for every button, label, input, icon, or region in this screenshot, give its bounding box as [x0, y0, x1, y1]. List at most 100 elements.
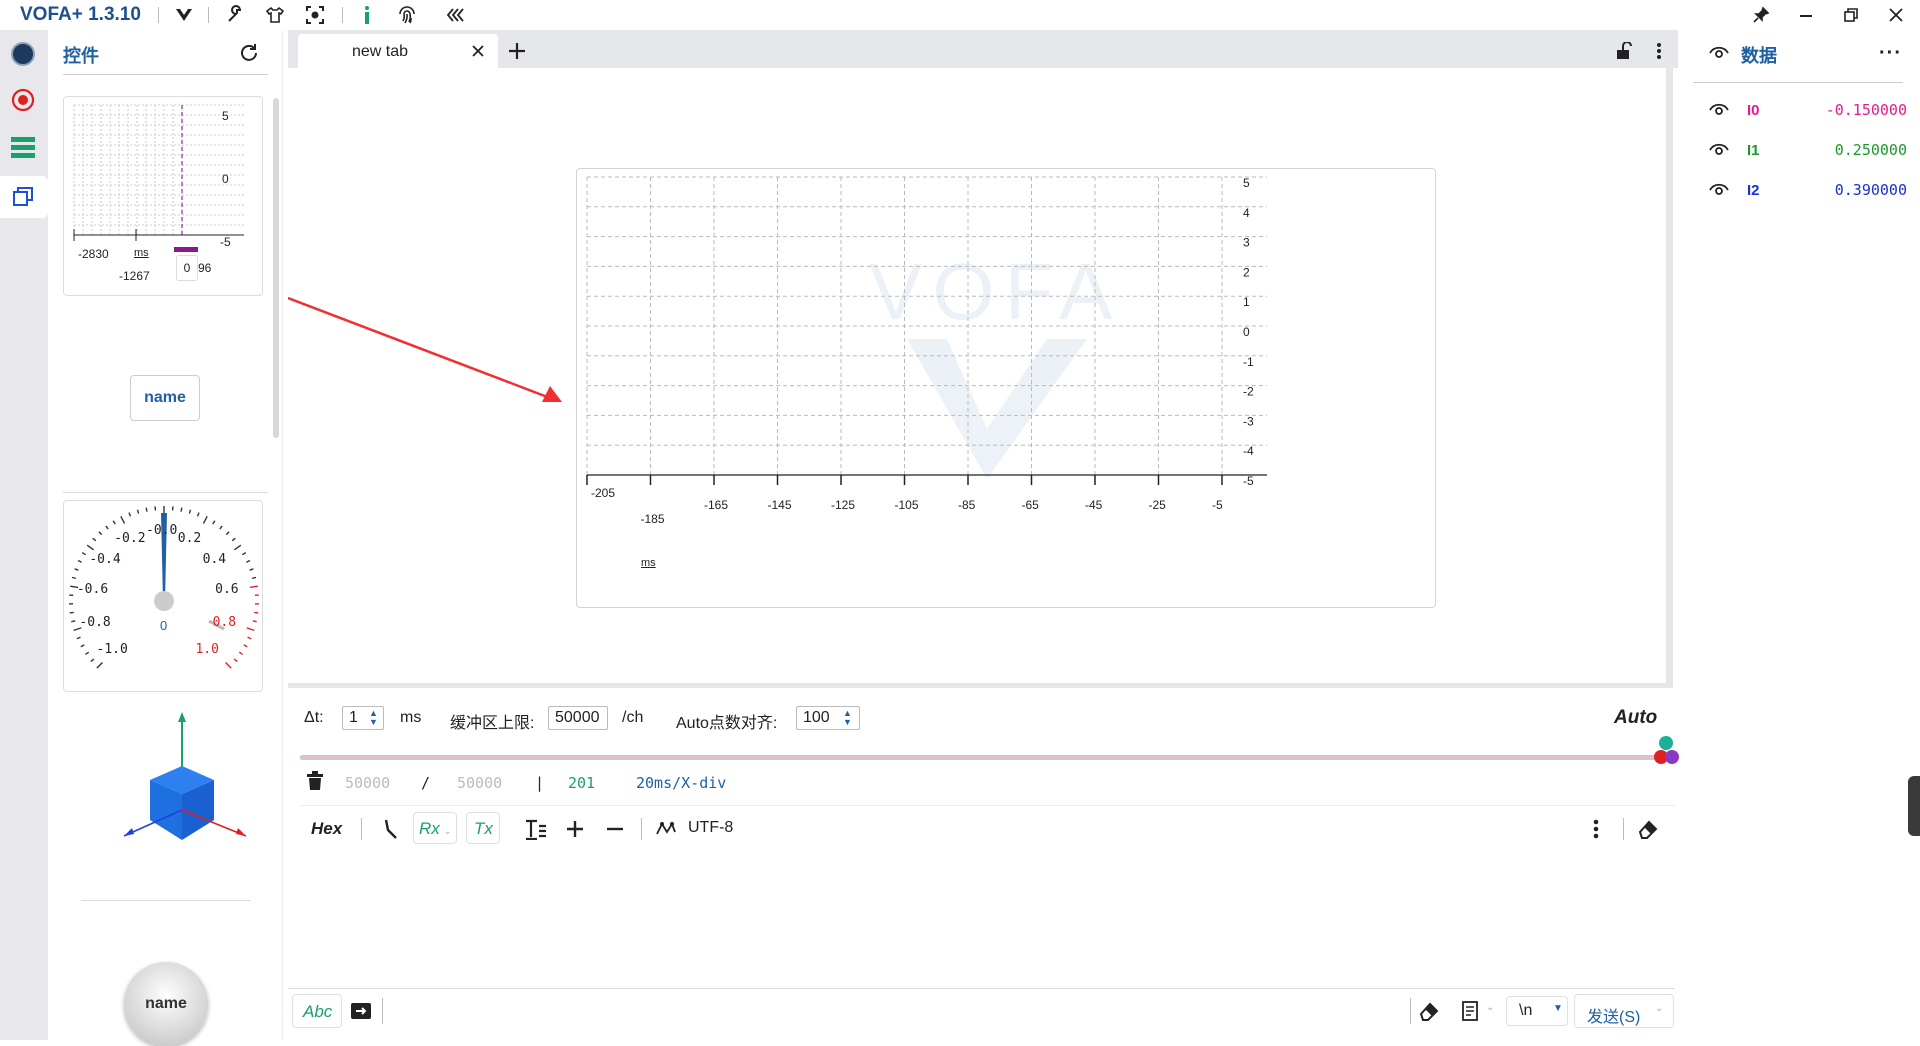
gauge-label: -0.8 [79, 615, 110, 630]
chart-plot: VOFA 543210-1-2-3-4-5 -205-185-165-145-1… [577, 169, 1437, 609]
scrollbar[interactable] [273, 98, 279, 438]
name-button[interactable]: name [130, 375, 200, 421]
vofa-logo-icon[interactable] [173, 4, 195, 26]
dt-input[interactable]: 1 ▲▼ [342, 706, 384, 730]
channel-row[interactable]: I0 -0.150000 [1693, 90, 1920, 130]
gauge-tick [226, 663, 232, 669]
eye-icon[interactable] [1709, 46, 1729, 65]
divider [361, 818, 362, 840]
auto-button[interactable]: Auto [1614, 707, 1657, 729]
y-tick-label: 1 [1243, 295, 1250, 309]
pin-icon[interactable] [1750, 4, 1772, 26]
gauge-tick [146, 508, 147, 512]
unlock-icon[interactable] [1615, 42, 1633, 65]
auto-align-input[interactable]: 100 ▲▼ [796, 706, 860, 730]
slider-handle-purple[interactable] [1665, 750, 1679, 764]
time-slider-track[interactable] [300, 755, 1668, 760]
record-icon[interactable] [11, 88, 35, 117]
dt-spinner[interactable]: ▲▼ [369, 709, 378, 727]
knob-button[interactable]: name [124, 962, 208, 1046]
gauge-label: -0.0 [146, 523, 177, 538]
encoding-label[interactable]: UTF-8 [688, 819, 733, 837]
x-tick-label: -165 [704, 498, 728, 512]
slider-handle-green[interactable] [1659, 736, 1673, 750]
gauge-tick [250, 586, 258, 587]
zoom-in-icon[interactable] [566, 820, 584, 843]
cube-3d-widget[interactable] [78, 710, 258, 860]
channel-value: -0.150000 [1807, 101, 1907, 119]
eye-icon[interactable] [1709, 143, 1729, 157]
zoom-out-icon[interactable] [606, 820, 624, 843]
gauge-tick [129, 513, 130, 517]
eye-icon[interactable] [1709, 103, 1729, 117]
chart-widget[interactable]: VOFA 543210-1-2-3-4-5 -205-185-165-145-1… [576, 168, 1436, 608]
gauge-tick [234, 545, 240, 550]
send-label: 发送(S) [1587, 1009, 1640, 1026]
mini-x-tick: -2830 [78, 247, 109, 261]
divider [208, 7, 209, 23]
send-button[interactable]: 发送(S) ⌄ [1574, 994, 1674, 1028]
timestamp-icon[interactable] [382, 818, 400, 845]
x-tick-label: -85 [958, 498, 976, 512]
x-tick-label: -125 [831, 498, 855, 512]
history-icon[interactable] [1460, 1000, 1482, 1027]
minimize-icon[interactable] [1795, 4, 1817, 26]
clear-send-icon[interactable] [1418, 1000, 1440, 1027]
gauge-tick [181, 508, 182, 512]
tab-new[interactable]: new tab [298, 34, 498, 68]
fingerprint-icon[interactable] [396, 4, 418, 26]
clear-rx-icon[interactable] [1637, 818, 1659, 845]
gauge-tick [232, 538, 235, 541]
close-tab-icon[interactable] [472, 44, 484, 62]
gauge-tick [242, 553, 245, 555]
connection-icon[interactable] [11, 42, 35, 66]
side-handle[interactable] [1908, 776, 1920, 836]
send-file-icon[interactable] [350, 1000, 372, 1025]
newline-dropdown-icon: ▼ [1553, 1003, 1563, 1014]
mini-chart-widget[interactable]: 5 0 -5 -2830 ms -1267 0 96 [63, 96, 263, 296]
widgets-icon [12, 184, 36, 213]
encoding-icon[interactable] [656, 820, 676, 843]
rx-more-icon[interactable] [1593, 818, 1599, 845]
channel-row[interactable]: I2 0.390000 [1693, 170, 1920, 210]
hex-toggle[interactable]: Hex [311, 819, 342, 839]
rail-active-item[interactable] [0, 176, 48, 218]
buffer-input[interactable]: 50000 [548, 706, 608, 730]
eye-icon[interactable] [1709, 183, 1729, 197]
dt-label: Δt: [304, 709, 324, 727]
gauge-tick [71, 621, 75, 622]
refresh-icon[interactable] [238, 42, 260, 69]
wrench-icon[interactable] [224, 4, 246, 26]
shirt-icon[interactable] [264, 4, 286, 26]
gauge-tick [121, 516, 125, 523]
y-tick-label: -1 [1243, 355, 1254, 369]
divider [342, 7, 343, 23]
channel-row[interactable]: I1 0.250000 [1693, 130, 1920, 170]
add-tab-icon[interactable] [508, 42, 526, 65]
mini-chart-plot [64, 97, 264, 297]
tx-toggle[interactable]: Tx [466, 812, 500, 844]
gauge-value: 0 [160, 618, 167, 633]
send-input[interactable] [388, 992, 1408, 1032]
abc-toggle[interactable]: Abc [292, 994, 342, 1028]
data-more-icon[interactable]: ··· [1879, 42, 1902, 65]
text-format-icon[interactable] [525, 818, 547, 845]
newline-select[interactable]: \n ▼ [1506, 996, 1568, 1026]
annotation-arrow [288, 280, 578, 410]
info-icon[interactable] [356, 4, 378, 26]
rx-toggle[interactable]: Rx⌄ [413, 812, 457, 844]
auto-align-spinner[interactable]: ▲▼ [843, 709, 852, 727]
channel-name: I2 [1747, 182, 1787, 199]
receive-text-area[interactable] [288, 858, 1675, 988]
history-dropdown-icon[interactable]: ⌄ [1486, 1002, 1494, 1013]
capture-icon[interactable] [304, 4, 326, 26]
data-list-icon[interactable] [11, 136, 35, 165]
close-icon[interactable] [1885, 4, 1907, 26]
tab-more-icon[interactable] [1656, 42, 1662, 65]
restore-icon[interactable] [1840, 4, 1862, 26]
rx-label: Rx [419, 819, 440, 838]
gauge-widget[interactable]: -1.0-0.8-0.6-0.4-0.2-0.00.20.40.60.81.0 … [63, 500, 263, 692]
tab-label: new tab [352, 43, 408, 61]
collapse-left-icon[interactable] [444, 4, 466, 26]
trash-icon[interactable] [305, 771, 325, 796]
